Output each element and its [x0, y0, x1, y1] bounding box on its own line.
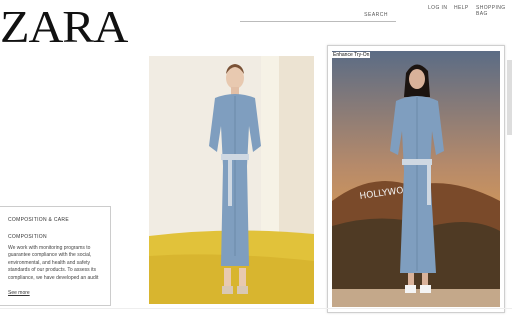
composition-panel: COMPOSITION & CARE COMPOSITION We work w…: [0, 206, 111, 306]
login-link[interactable]: LOG IN: [428, 5, 447, 11]
search-field[interactable]: SEARCH: [240, 10, 396, 22]
product-photo: [149, 56, 314, 304]
shopping-bag-link[interactable]: SHOPPING BAG: [476, 5, 512, 17]
try-on-photo: HOLLYWOOD: [332, 51, 500, 307]
panel-title: COMPOSITION & CARE: [8, 217, 69, 223]
help-link[interactable]: HELP: [454, 5, 469, 11]
panel-subtitle: COMPOSITION: [8, 234, 47, 240]
zara-logo[interactable]: ZARA: [0, 4, 128, 50]
try-on-image: HOLLYWOOD: [332, 51, 500, 307]
see-more-link[interactable]: See more: [8, 290, 30, 296]
product-image[interactable]: [149, 56, 314, 304]
try-on-panel[interactable]: Enhance Try-On HOLLYWOOD: [327, 45, 505, 313]
footer-divider: [0, 308, 512, 309]
panel-text: We work with monitoring programs to guar…: [8, 245, 99, 281]
side-thumbnail-strip[interactable]: [507, 60, 512, 135]
try-on-label: Enhance Try-On: [332, 52, 371, 58]
search-label: SEARCH: [364, 12, 388, 18]
